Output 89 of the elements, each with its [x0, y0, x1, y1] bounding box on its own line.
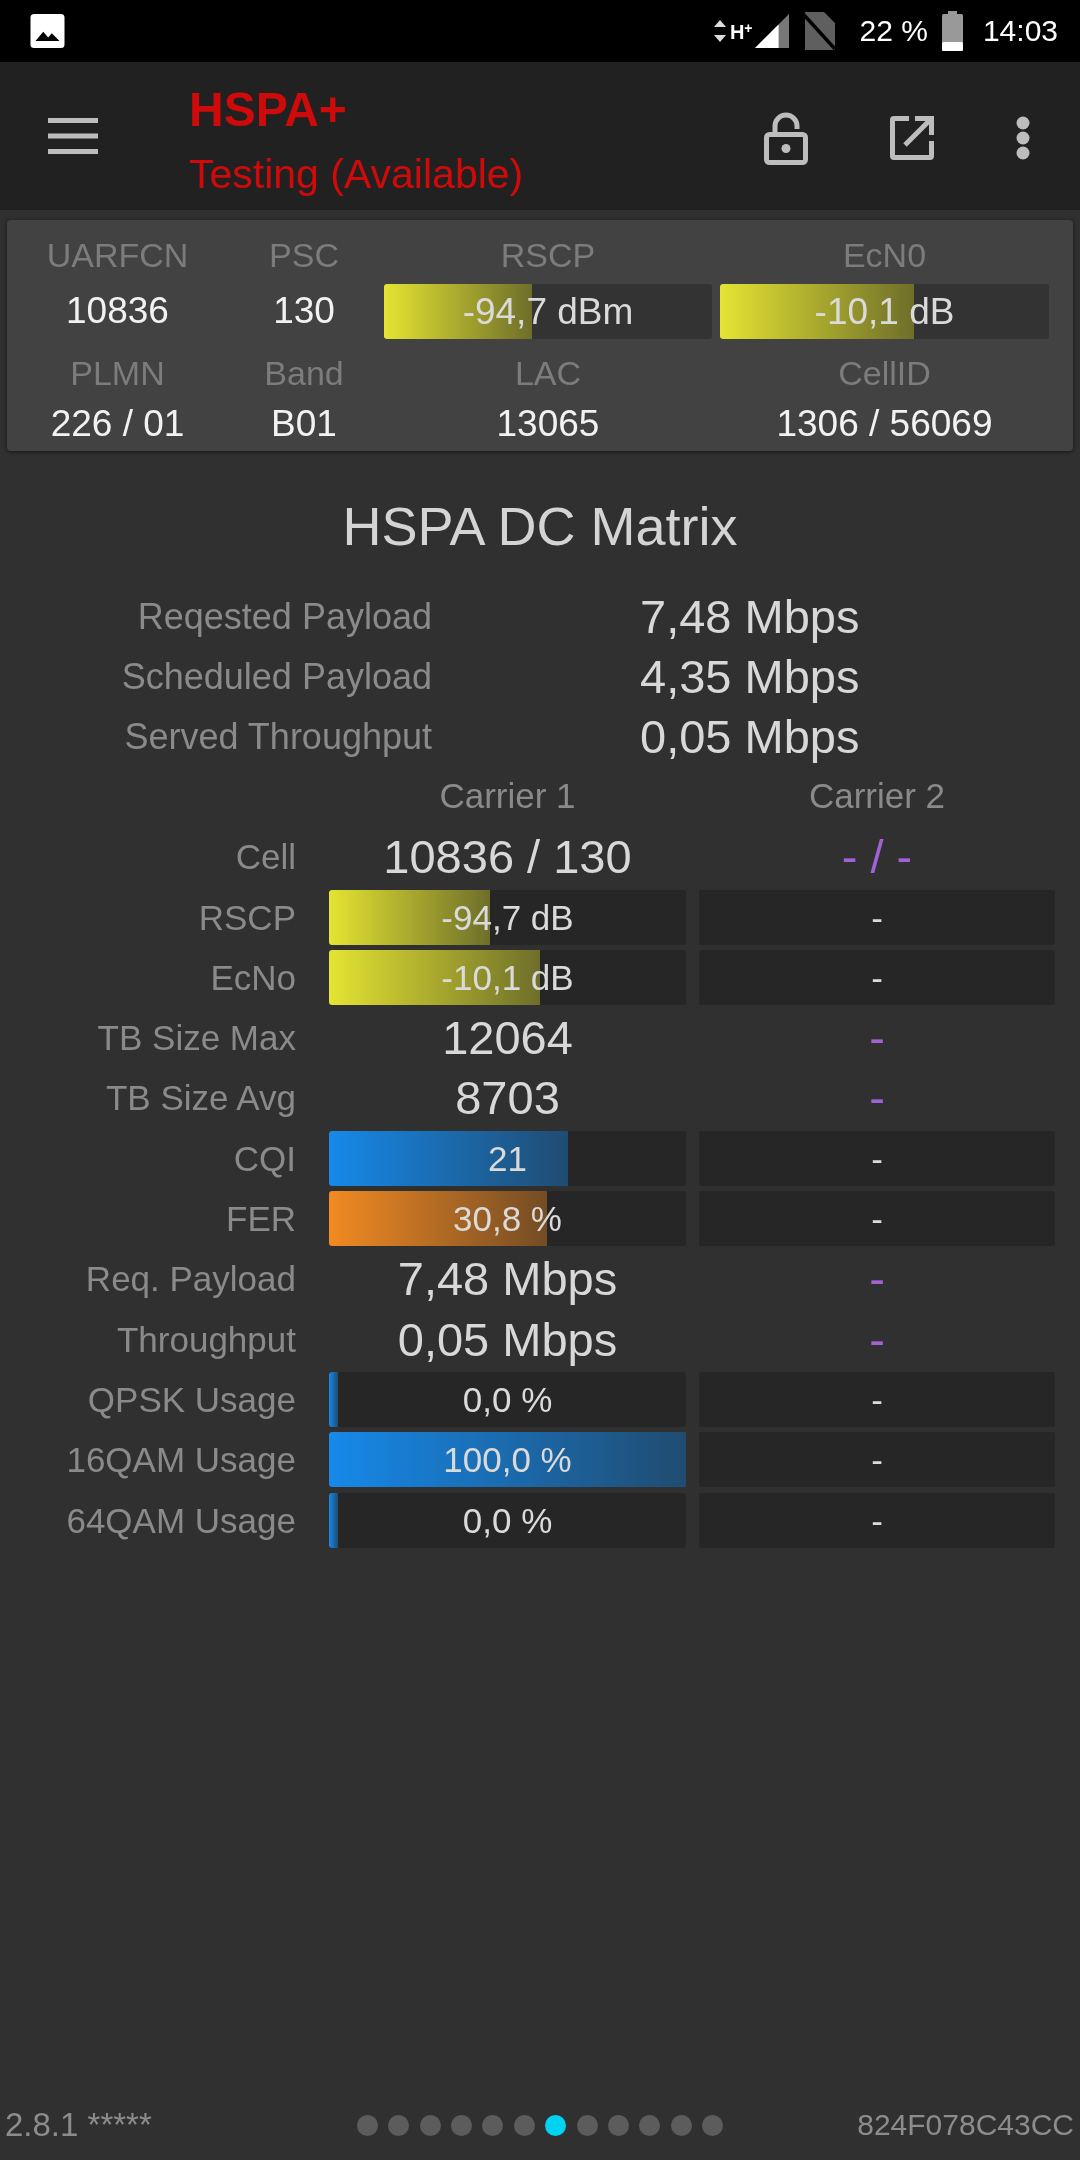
- page-dot-icon[interactable]: [419, 2114, 441, 2136]
- page-dot-icon[interactable]: [576, 2114, 598, 2136]
- cell-value: 12064: [441, 1010, 574, 1066]
- row-label: EcNo: [209, 956, 297, 999]
- summary-value: 4,35 Mbps: [640, 649, 861, 705]
- bar-reading: -: [870, 956, 884, 999]
- network-type-label: H$^{+}$: [729, 22, 753, 42]
- signal-strength-icon: [754, 13, 789, 49]
- bar-reading: 30,8 %: [452, 1198, 563, 1241]
- bar-reading: 100,0 %: [442, 1439, 573, 1482]
- toolbar-title: HSPA+: [189, 84, 348, 136]
- summary-value: 7,48 Mbps: [640, 589, 861, 645]
- bar-reading: -10,1 dB: [813, 289, 956, 334]
- bar-reading: 0,0 %: [461, 1499, 554, 1542]
- field-label: PLMN: [69, 353, 166, 393]
- image-notification-icon: [30, 14, 65, 48]
- summary-label: Served Throughput: [123, 715, 432, 759]
- row-label: TB Size Avg: [105, 1077, 297, 1120]
- bar-reading: -94,7 dBm: [461, 289, 635, 334]
- field-label: PSC: [268, 235, 340, 275]
- no-sim-icon: [802, 12, 836, 50]
- field-value: 1306 / 56069: [775, 403, 994, 445]
- data-arrows-icon: [713, 20, 726, 42]
- more-icon[interactable]: [1016, 116, 1030, 160]
- cell-value: 10836 / 130: [382, 829, 633, 885]
- row-label: 64QAM Usage: [65, 1499, 297, 1542]
- matrix-title: HSPA DC Matrix: [341, 495, 739, 558]
- page-dot-icon[interactable]: [482, 2114, 504, 2136]
- cell-value: - / -: [840, 829, 914, 885]
- device-id: 824F078C43CC: [857, 2107, 1075, 2143]
- row-label: CQI: [232, 1137, 297, 1180]
- bar-reading: -: [870, 1137, 884, 1180]
- page-dot-icon[interactable]: [451, 2114, 472, 2136]
- carrier-heading: Carrier 2: [807, 775, 947, 817]
- external-link-icon[interactable]: [888, 114, 936, 162]
- page-dot-icon[interactable]: [670, 2114, 692, 2136]
- carrier-heading: Carrier 1: [438, 775, 577, 817]
- cell-value: 0,05 Mbps: [396, 1311, 619, 1367]
- summary-label: Reqested Payload: [136, 595, 432, 639]
- row-label: Cell: [234, 836, 297, 879]
- field-value: 130: [272, 290, 336, 332]
- bar-reading: -: [870, 1439, 884, 1482]
- cell-value: 7,48 Mbps: [396, 1251, 619, 1307]
- field-value: B01: [270, 403, 338, 445]
- summary-value: 0,05 Mbps: [640, 709, 861, 765]
- row-label: Req. Payload: [84, 1258, 297, 1301]
- field-label: EcN0: [841, 235, 928, 275]
- bar-reading: -10,1 dB: [440, 956, 575, 999]
- cell-value: -: [868, 1251, 886, 1307]
- page-dot-icon[interactable]: [702, 2114, 724, 2136]
- row-label: TB Size Max: [96, 1017, 297, 1060]
- field-value: 226 / 01: [49, 403, 186, 445]
- padlock-icon[interactable]: [764, 111, 808, 165]
- field-label: UARFCN: [45, 235, 190, 275]
- cell-value: -: [868, 1010, 886, 1066]
- cell-value: 8703: [454, 1070, 561, 1126]
- field-value: 13065: [495, 403, 601, 445]
- bar-reading: -94,7 dB: [440, 896, 575, 939]
- page-dot-icon[interactable]: [545, 2114, 567, 2136]
- row-label: RSCP: [197, 896, 297, 939]
- field-label: LAC: [513, 353, 583, 393]
- row-label: QPSK Usage: [86, 1378, 297, 1421]
- row-label: 16QAM Usage: [65, 1439, 297, 1482]
- field-label: RSCP: [499, 235, 597, 275]
- page-dot-icon[interactable]: [607, 2114, 629, 2136]
- field-label: CellID: [837, 353, 932, 393]
- row-label: Throughput: [115, 1318, 297, 1361]
- bar-reading: 0,0 %: [461, 1378, 554, 1421]
- summary-label: Scheduled Payload: [120, 655, 432, 699]
- page-dot-icon[interactable]: [639, 2114, 661, 2136]
- page-dot-icon[interactable]: [513, 2114, 535, 2136]
- battery-percent: 22 %: [859, 13, 928, 49]
- app-version: 2.8.1 *****: [4, 2105, 152, 2145]
- cell-value: -: [868, 1311, 886, 1367]
- row-label: FER: [225, 1198, 297, 1241]
- bar-reading: -: [870, 1499, 884, 1542]
- bar-reading: -: [870, 896, 884, 939]
- page-dot-icon[interactable]: [356, 2114, 378, 2136]
- field-label: Band: [263, 353, 345, 393]
- menu-icon[interactable]: [48, 118, 98, 154]
- battery-icon: [941, 11, 963, 51]
- cell-value: -: [868, 1070, 886, 1126]
- bar-reading: 21: [487, 1137, 528, 1180]
- bar-reading: -: [870, 1378, 884, 1421]
- field-value: 10836: [65, 290, 170, 332]
- page-dot-icon[interactable]: [388, 2114, 410, 2136]
- clock-time: 14:03: [982, 13, 1058, 49]
- connection-status: Testing (Available): [189, 151, 524, 197]
- bar-reading: -: [870, 1198, 884, 1241]
